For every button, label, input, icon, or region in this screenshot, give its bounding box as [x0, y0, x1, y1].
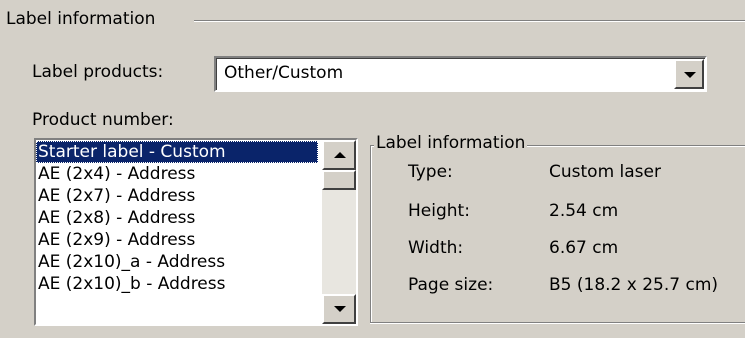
product-number-label: Product number: [32, 110, 174, 130]
label-info-group-title: Label information [374, 131, 528, 155]
product-number-listbox[interactable]: Starter label - Custom AE (2x4) - Addres… [34, 138, 358, 326]
outer-group-divider [194, 20, 745, 22]
label-products-value: Other/Custom [224, 63, 344, 83]
type-value: Custom laser [549, 162, 661, 182]
list-item[interactable]: AE (2x10)_b - Address [36, 273, 318, 295]
outer-group-title: Label information [6, 9, 156, 29]
product-number-list: Starter label - Custom AE (2x4) - Addres… [36, 141, 318, 295]
height-value: 2.54 cm [549, 201, 619, 221]
type-key: Type: [408, 162, 453, 182]
label-products-combobox[interactable]: Other/Custom [214, 56, 707, 92]
page-size-value: B5 (18.2 x 25.7 cm) [549, 275, 719, 295]
scrollbar-thumb[interactable] [322, 170, 356, 190]
vertical-scrollbar[interactable] [322, 140, 356, 324]
scroll-down-arrow-icon [334, 306, 346, 312]
scroll-up-arrow-icon [334, 152, 346, 158]
scroll-up-button[interactable] [322, 140, 356, 170]
list-item[interactable]: Starter label - Custom [36, 141, 318, 163]
page-size-key: Page size: [408, 275, 494, 295]
list-item[interactable]: AE (2x4) - Address [36, 163, 318, 185]
chevron-down-icon [684, 72, 696, 78]
label-products-label: Label products: [32, 62, 163, 82]
label-products-dropdown-button[interactable] [674, 59, 704, 89]
width-value: 6.67 cm [549, 238, 619, 258]
list-item[interactable]: AE (2x10)_a - Address [36, 251, 318, 273]
list-item[interactable]: AE (2x9) - Address [36, 229, 318, 251]
height-key: Height: [408, 201, 470, 221]
width-key: Width: [408, 238, 464, 258]
scroll-down-button[interactable] [322, 294, 356, 324]
list-item[interactable]: AE (2x7) - Address [36, 185, 318, 207]
label-products-label-text: Label products: [32, 62, 164, 82]
list-item[interactable]: AE (2x8) - Address [36, 207, 318, 229]
